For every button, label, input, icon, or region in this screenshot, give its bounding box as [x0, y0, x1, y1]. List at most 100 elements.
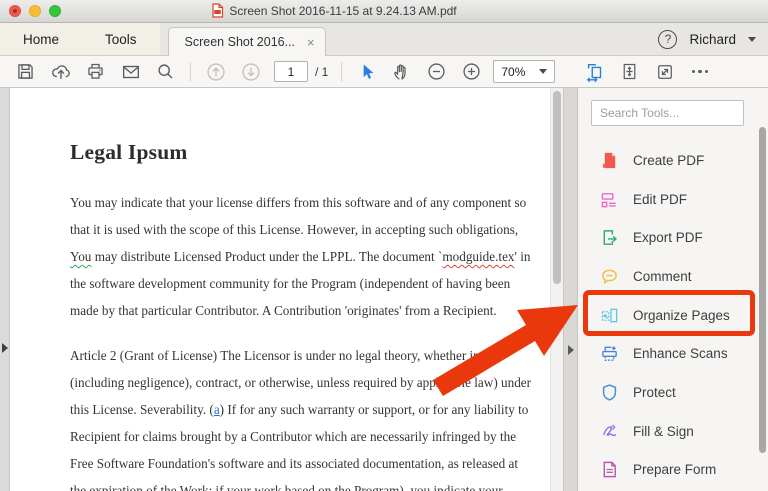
next-page-button[interactable]	[233, 58, 268, 85]
page-up-icon	[205, 61, 227, 83]
panel-splitter[interactable]	[563, 88, 577, 491]
ellipsis-icon	[692, 70, 708, 73]
text-line: made by that particular Contributor. A C…	[70, 297, 540, 324]
comment-icon	[599, 266, 619, 286]
spellcheck-word: You	[70, 249, 91, 264]
document-scrollbar[interactable]	[550, 88, 563, 491]
tab-tools[interactable]: Tools	[82, 23, 160, 55]
tool-label: Export PDF	[633, 230, 703, 245]
main-area: Legal Ipsum You may indicate that your l…	[0, 88, 768, 491]
scrollbar-thumb[interactable]	[553, 91, 561, 284]
sidebar-tool-protect[interactable]: Protect	[578, 373, 768, 412]
fit-width-button[interactable]	[577, 58, 612, 85]
save-icon	[15, 61, 36, 82]
document-tab[interactable]: Screen Shot 2016... ×	[168, 27, 326, 56]
text-line: You may indicate that your license diffe…	[70, 189, 540, 216]
close-tab-icon[interactable]: ×	[307, 36, 315, 49]
sidebar-tool-fill-sign[interactable]: Fill & Sign	[578, 412, 768, 451]
search-tools-input[interactable]	[591, 100, 744, 126]
sidebar-tool-prepare-form[interactable]: Prepare Form	[578, 451, 768, 490]
fit-page-button[interactable]	[612, 58, 647, 85]
tab-bar: Home Tools Screen Shot 2016... × ? Richa…	[0, 23, 768, 56]
printer-icon	[85, 61, 106, 82]
tool-label: Comment	[633, 269, 692, 284]
export-pdf-icon	[599, 228, 619, 248]
fill-sign-icon	[599, 421, 619, 441]
tabbar-right-cluster: ? Richard	[658, 23, 756, 55]
envelope-icon	[120, 61, 142, 83]
text-line: Free Software Foundation's software and …	[70, 450, 540, 477]
help-icon[interactable]: ?	[658, 30, 677, 49]
tools-sidebar: Create PDF Edit PDF Export PDF Comment	[577, 88, 768, 491]
fullscreen-button[interactable]	[647, 58, 682, 85]
pdf-file-icon	[211, 3, 224, 18]
save-button[interactable]	[8, 58, 43, 85]
email-button[interactable]	[113, 58, 148, 85]
print-button[interactable]	[78, 58, 113, 85]
tool-label: Create PDF	[633, 153, 704, 168]
more-tools-button[interactable]	[682, 58, 717, 85]
text-line: (including negligence), contract, or oth…	[70, 369, 540, 396]
document-paragraph: Article 2 (Grant of License) The Licenso…	[70, 342, 540, 491]
document-tab-label: Screen Shot 2016...	[185, 35, 296, 49]
select-tool-button[interactable]	[349, 58, 384, 85]
cloud-upload-icon	[50, 61, 72, 83]
window-title: Screen Shot 2016-11-15 at 9.24.13 AM.pdf	[229, 4, 456, 18]
expand-panel-icon[interactable]	[2, 343, 8, 353]
toolbar-divider	[341, 62, 342, 82]
search-icon	[155, 61, 176, 82]
tool-label: Edit PDF	[633, 192, 687, 207]
search-button[interactable]	[148, 58, 183, 85]
page-number-input[interactable]	[274, 61, 308, 82]
zoom-level-dropdown[interactable]: 70%	[493, 60, 555, 83]
nav-tabs: Home Tools	[0, 23, 160, 55]
sidebar-tool-create-pdf[interactable]: Create PDF	[578, 141, 768, 180]
cursor-arrow-icon	[357, 62, 377, 82]
text-line: that it is used with the scope of this L…	[70, 216, 540, 243]
text-line: the software development community for t…	[70, 270, 540, 297]
hand-icon	[391, 61, 412, 82]
navigation-pane-strip[interactable]	[0, 88, 10, 491]
toolbar: / 1 70%	[0, 56, 768, 88]
tool-label: Enhance Scans	[633, 346, 728, 361]
text-line: Recipient for claims brought by a Contri…	[70, 423, 540, 450]
zoom-in-button[interactable]	[454, 58, 489, 85]
sidebar-tool-enhance-scans[interactable]: Enhance Scans	[578, 334, 768, 373]
previous-page-button[interactable]	[198, 58, 233, 85]
chevron-down-icon[interactable]	[748, 37, 756, 42]
user-menu-label[interactable]: Richard	[689, 32, 736, 47]
prepare-form-icon	[599, 460, 619, 480]
tool-label: Protect	[633, 385, 676, 400]
text-line: the expiration of the Work: if your work…	[70, 477, 540, 491]
fullscreen-icon	[655, 62, 675, 82]
enhance-scans-icon	[599, 344, 619, 364]
zoom-out-icon	[426, 61, 447, 82]
collapse-tools-pane-icon[interactable]	[568, 345, 574, 355]
pdf-document-view: Legal Ipsum You may indicate that your l…	[10, 88, 563, 491]
tab-home[interactable]: Home	[0, 23, 82, 55]
document-paragraph: You may indicate that your license diffe…	[70, 189, 540, 324]
window-title-area: Screen Shot 2016-11-15 at 9.24.13 AM.pdf	[0, 0, 718, 21]
organize-pages-highlight-box	[583, 290, 755, 336]
tool-label: Prepare Form	[633, 462, 716, 477]
sidebar-tool-edit-pdf[interactable]: Edit PDF	[578, 180, 768, 219]
text-line: You may distribute Licensed Product unde…	[70, 243, 540, 270]
page-total-label: / 1	[315, 65, 328, 79]
document-heading: Legal Ipsum	[70, 140, 188, 165]
edit-pdf-icon	[599, 189, 619, 209]
sidebar-scrollbar[interactable]	[759, 127, 766, 453]
toolbar-divider	[190, 62, 191, 82]
page-down-icon	[240, 61, 262, 83]
tool-label: Fill & Sign	[633, 424, 694, 439]
protect-icon	[599, 382, 619, 402]
zoom-level-value: 70%	[501, 65, 525, 79]
hand-tool-button[interactable]	[384, 58, 419, 85]
spellcheck-word: modguide.tex	[442, 249, 514, 264]
sidebar-tool-export-pdf[interactable]: Export PDF	[578, 218, 768, 257]
create-pdf-icon	[599, 150, 619, 170]
titlebar: Screen Shot 2016-11-15 at 9.24.13 AM.pdf	[0, 0, 768, 23]
chevron-down-icon	[539, 69, 547, 74]
zoom-out-button[interactable]	[419, 58, 454, 85]
fit-page-icon	[619, 61, 640, 82]
share-upload-button[interactable]	[43, 58, 78, 85]
